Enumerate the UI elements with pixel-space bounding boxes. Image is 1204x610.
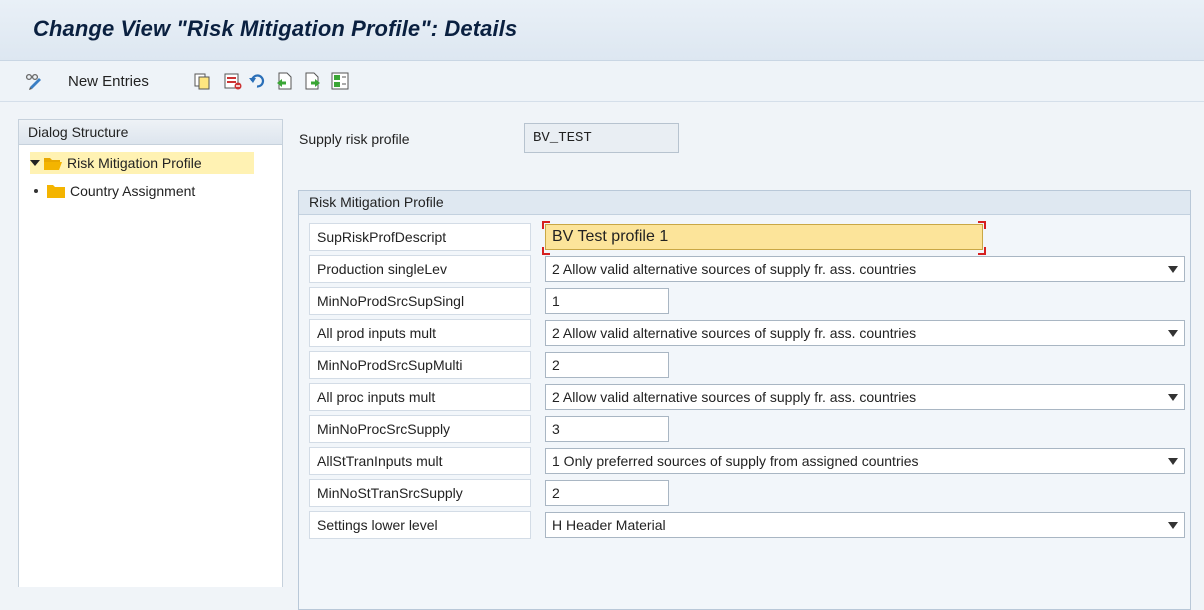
settings-lower-level-select[interactable]: H Header Material <box>545 512 1185 538</box>
dropdown-arrow-icon[interactable] <box>1168 458 1178 465</box>
field-label: SupRiskProfDescript <box>309 223 531 251</box>
selected-value: H Header Material <box>552 517 666 533</box>
select-all-icon <box>331 72 349 90</box>
copy-icon <box>194 73 210 90</box>
field-label: Production singleLev <box>309 255 531 283</box>
group-title: Risk Mitigation Profile <box>299 191 1190 215</box>
delete-icon <box>224 73 242 90</box>
minnoprocsrcsupply-input[interactable]: 3 <box>545 416 669 442</box>
dropdown-arrow-icon[interactable] <box>1168 266 1178 273</box>
focus-corner <box>542 221 550 229</box>
dropdown-arrow-icon[interactable] <box>1168 394 1178 401</box>
bullet-icon <box>34 189 38 193</box>
description-input[interactable]: BV Test profile 1 <box>545 224 983 250</box>
risk-mitigation-profile-group: Risk Mitigation Profile SupRiskProfDescr… <box>298 190 1191 610</box>
dialog-structure-panel: Dialog Structure Risk Mitigation Profile… <box>18 119 283 587</box>
supply-risk-profile-label: Supply risk profile <box>299 131 410 147</box>
focus-corner <box>978 247 986 255</box>
selected-value: 2 Allow valid alternative sources of sup… <box>552 325 917 341</box>
field-label: All prod inputs mult <box>309 319 531 347</box>
focus-corner <box>978 221 986 229</box>
undo-icon <box>249 74 265 88</box>
next-entry-icon <box>305 72 320 90</box>
field-label: MinNoProcSrcSupply <box>309 415 531 443</box>
field-label: Settings lower level <box>309 511 531 539</box>
all-proc-inputs-mult-select[interactable]: 2 Allow valid alternative sources of sup… <box>545 384 1185 410</box>
production-singlelev-select[interactable]: 2 Allow valid alternative sources of sup… <box>545 256 1185 282</box>
details-area: Supply risk profile BV_TEST Risk Mitigat… <box>282 119 1204 610</box>
field-label: MinNoProdSrcSupMulti <box>309 351 531 379</box>
tree-item-label: Risk Mitigation Profile <box>67 155 202 171</box>
page-title: Change View "Risk Mitigation Profile": D… <box>33 16 518 41</box>
tree-item-country-assignment[interactable]: Country Assignment <box>30 180 280 202</box>
supply-risk-profile-field: BV_TEST <box>524 123 679 153</box>
folder-icon <box>47 184 65 198</box>
title-bar: Change View "Risk Mitigation Profile": D… <box>0 0 1204 61</box>
tree-item-label: Country Assignment <box>70 183 196 199</box>
new-entries-label: New Entries <box>68 72 149 90</box>
dialog-structure-header: Dialog Structure <box>19 120 282 145</box>
previous-entry-button[interactable] <box>276 70 294 92</box>
all-prod-inputs-mult-select[interactable]: 2 Allow valid alternative sources of sup… <box>545 320 1185 346</box>
application-toolbar: New Entries <box>0 61 1204 102</box>
select-all-button[interactable] <box>331 70 349 92</box>
copy-button[interactable] <box>193 70 211 92</box>
allsttraninputs-mult-select[interactable]: 1 Only preferred sources of supply from … <box>545 448 1185 474</box>
minnoprodsrcsupsingl-input[interactable]: 1 <box>545 288 669 314</box>
undo-button[interactable] <box>248 70 266 92</box>
tree-item-risk-mitigation-profile[interactable]: Risk Mitigation Profile <box>30 152 254 174</box>
display-change-button[interactable] <box>24 70 42 92</box>
selected-value: 1 Only preferred sources of supply from … <box>552 453 919 469</box>
field-label: MinNoStTranSrcSupply <box>309 479 531 507</box>
field-label: MinNoProdSrcSupSingl <box>309 287 531 315</box>
minnosttransrcsupply-input[interactable]: 2 <box>545 480 669 506</box>
display-change-icon <box>25 73 41 90</box>
new-entries-button[interactable]: New Entries <box>60 70 149 92</box>
previous-entry-icon <box>277 72 292 90</box>
delete-button[interactable] <box>224 70 242 92</box>
dropdown-arrow-icon[interactable] <box>1168 330 1178 337</box>
focus-corner <box>542 247 550 255</box>
expand-arrow-icon[interactable] <box>30 158 40 168</box>
next-entry-button[interactable] <box>303 70 321 92</box>
field-label: AllStTranInputs mult <box>309 447 531 475</box>
dropdown-arrow-icon[interactable] <box>1168 522 1178 529</box>
minnoprodsrcsupmulti-input[interactable]: 2 <box>545 352 669 378</box>
field-label: All proc inputs mult <box>309 383 531 411</box>
open-folder-icon <box>44 157 62 170</box>
selected-value: 2 Allow valid alternative sources of sup… <box>552 261 917 277</box>
selected-value: 2 Allow valid alternative sources of sup… <box>552 389 917 405</box>
